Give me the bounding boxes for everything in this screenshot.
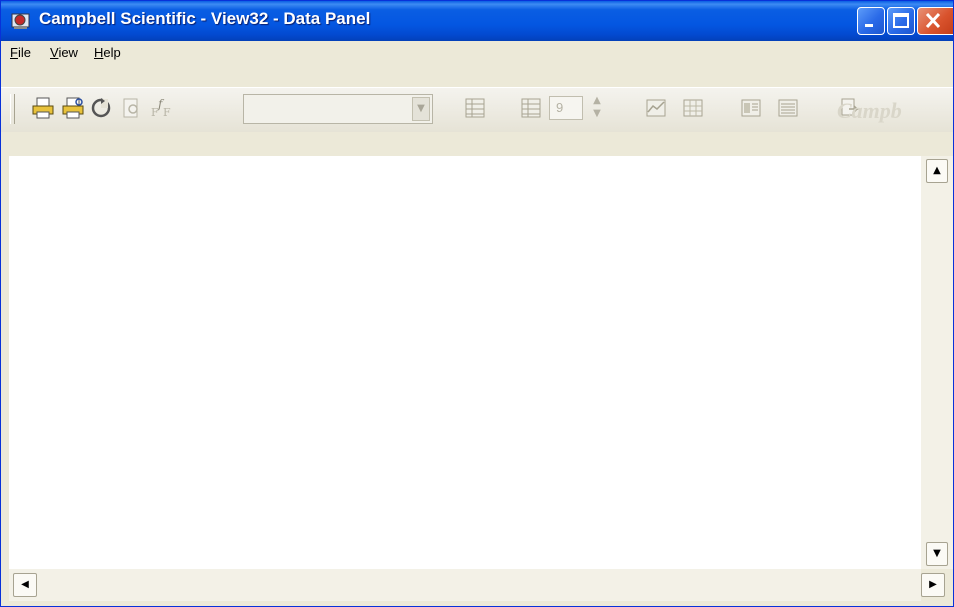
graph-alt-icon[interactable] [681, 96, 705, 120]
table-alt-icon[interactable] [519, 96, 543, 120]
series-combo[interactable]: ▼ [243, 94, 433, 124]
chevron-down-icon[interactable]: ▼ [412, 97, 430, 121]
maximize-button[interactable] [887, 7, 915, 35]
scroll-right-button[interactable]: ▶ [921, 573, 945, 597]
toolbar: F f F ▼ 9 ▲ ▼ Campb [1, 87, 953, 133]
data-panel-area[interactable] [9, 156, 921, 569]
vertical-scrollbar[interactable]: ▲ ▼ [921, 156, 953, 569]
column-header-strip [1, 132, 953, 156]
count-field[interactable]: 9 [549, 96, 583, 120]
menu-file-accel: F [10, 45, 18, 60]
app-icon [11, 13, 30, 29]
refresh-icon[interactable] [89, 96, 113, 120]
spin-up-icon[interactable]: ▲ [586, 94, 608, 107]
arrow-left-icon: ◀ [21, 579, 29, 590]
minimize-icon [865, 24, 873, 27]
arrow-right-icon: ▶ [929, 579, 937, 590]
minimize-button[interactable] [857, 7, 885, 35]
maximize-icon [893, 13, 909, 28]
table-icon[interactable] [463, 96, 487, 120]
svg-text:F: F [163, 106, 171, 119]
function-icon[interactable]: F f F [149, 96, 173, 120]
spin-down-icon[interactable]: ▼ [586, 107, 608, 120]
toolbar-grip[interactable] [10, 94, 15, 124]
print-preview-icon[interactable] [61, 96, 85, 120]
close-button[interactable] [917, 7, 953, 35]
arrow-down-icon: ▼ [933, 548, 941, 559]
menu-help-accel: H [94, 45, 104, 60]
graph-icon[interactable] [644, 96, 668, 120]
scroll-down-button[interactable]: ▼ [926, 542, 948, 566]
scroll-left-button[interactable]: ◀ [13, 573, 37, 597]
count-spinner[interactable]: ▲ ▼ [586, 94, 608, 122]
horizontal-scrollbar[interactable]: ◀ ▶ [9, 569, 945, 601]
window-title: Campbell Scientific - View32 - Data Pane… [39, 9, 371, 28]
report-alt-icon[interactable] [776, 96, 800, 120]
menu-view[interactable]: View [50, 45, 78, 60]
title-bar[interactable]: Campbell Scientific - View32 - Data Pane… [1, 1, 953, 41]
menu-view-accel: V [50, 45, 59, 60]
menu-file[interactable]: File [10, 45, 31, 60]
report-icon[interactable] [739, 96, 763, 120]
page-view-icon[interactable] [119, 96, 143, 120]
brand-watermark: Campb [837, 98, 902, 123]
menu-bar: File View Help [1, 41, 953, 67]
print-icon[interactable] [31, 96, 55, 120]
scroll-up-button[interactable]: ▲ [926, 159, 948, 183]
menu-help[interactable]: Help [94, 45, 121, 60]
arrow-up-icon: ▲ [933, 165, 941, 176]
main-window: Campbell Scientific - View32 - Data Pane… [0, 0, 954, 607]
close-icon [925, 12, 941, 29]
